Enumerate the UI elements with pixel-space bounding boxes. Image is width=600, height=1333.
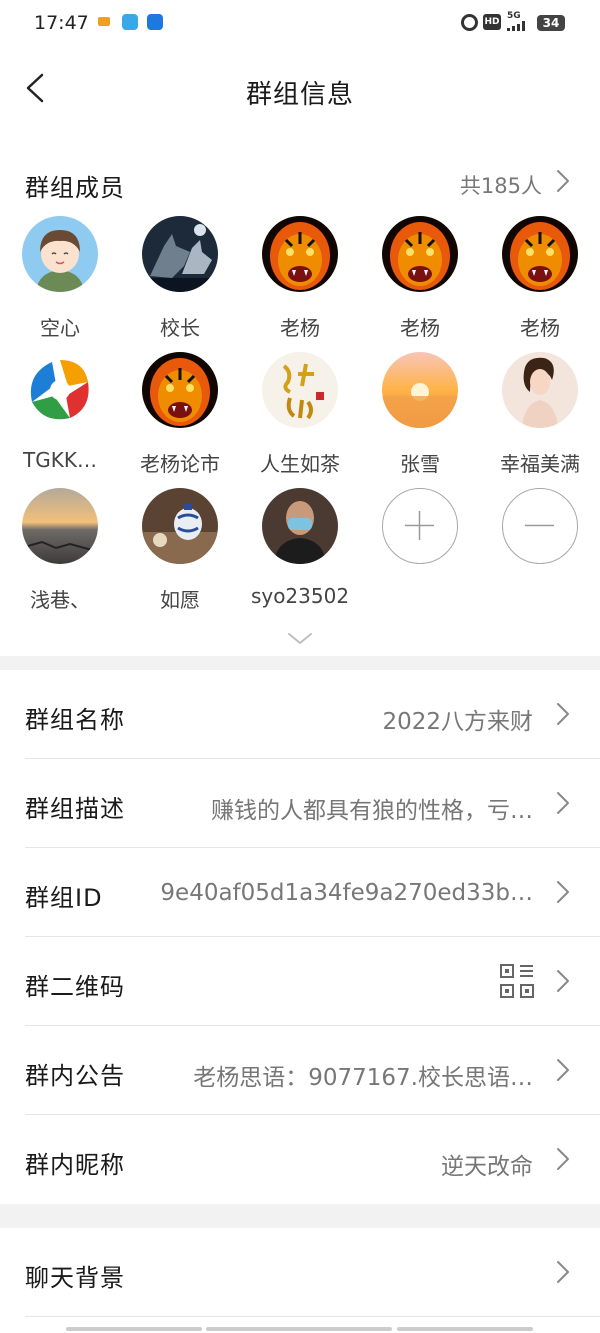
avatar: [142, 488, 218, 564]
member-item[interactable]: 老杨: [480, 216, 600, 346]
message-notification-icon: [98, 17, 110, 26]
avatar: [22, 352, 98, 428]
member-name: 幸福美满: [500, 452, 580, 476]
avatar: [22, 216, 98, 292]
member-item[interactable]: 老杨: [360, 216, 480, 346]
row-value: 赚钱的人都具有狼的性格，亏…: [211, 798, 533, 824]
row-value: 老杨思语：9077167.校长思语…: [193, 1065, 533, 1091]
row-value: 9e40af05d1a34fe9a270ed33b…: [160, 880, 533, 906]
group-settings-list: 群组名称 2022八方来财 群组描述 赚钱的人都具有狼的性格，亏… 群组ID 9…: [0, 670, 600, 1204]
member-name: 老杨: [280, 316, 320, 340]
member-item[interactable]: 老杨论市: [120, 352, 240, 482]
row-label: 群二维码: [25, 973, 125, 1001]
group-notice-row[interactable]: 群内公告 老杨思语：9077167.校长思语…: [0, 1026, 600, 1115]
row-label: 群内公告: [25, 1062, 125, 1090]
app-notification-icon: [122, 14, 138, 30]
member-name: 浅巷、: [30, 588, 90, 612]
member-item[interactable]: 老杨: [240, 216, 360, 346]
members-label: 群组成员: [25, 174, 125, 202]
member-item[interactable]: 浅巷、: [0, 488, 120, 618]
member-name: syo23502: [250, 584, 350, 608]
avatar: [262, 488, 338, 564]
alarm-icon: [461, 14, 478, 31]
avatar: [382, 216, 458, 292]
member-name: TGKK…: [23, 448, 97, 472]
avatar: [502, 216, 578, 292]
row-label: 群内昵称: [25, 1151, 125, 1179]
plus-icon: [405, 511, 434, 540]
avatar: [142, 352, 218, 428]
group-description-row[interactable]: 群组描述 赚钱的人都具有狼的性格，亏…: [0, 759, 600, 848]
signal-icon: [507, 21, 531, 31]
gesture-bar: [206, 1327, 392, 1331]
row-label: 群组名称: [25, 706, 125, 734]
chevron-right-icon: [557, 881, 569, 903]
qr-code-icon: [500, 964, 534, 998]
member-name: 老杨: [400, 316, 440, 340]
member-name: 张雪: [400, 452, 440, 476]
member-item[interactable]: 校长: [120, 216, 240, 346]
chevron-right-icon[interactable]: [554, 168, 572, 194]
chevron-right-icon: [557, 970, 569, 992]
member-item[interactable]: 人生如茶: [240, 352, 360, 482]
row-value: 2022八方来财: [382, 709, 533, 735]
group-id-row[interactable]: 群组ID 9e40af05d1a34fe9a270ed33b…: [0, 848, 600, 937]
member-item[interactable]: TGKK…: [0, 352, 120, 482]
hd-badge: HD: [483, 14, 501, 30]
member-name: 校长: [160, 316, 200, 340]
group-name-row[interactable]: 群组名称 2022八方来财: [0, 670, 600, 759]
chevron-right-icon: [557, 1148, 569, 1170]
remove-member-button[interactable]: [480, 488, 600, 618]
chevron-right-icon: [557, 1261, 569, 1283]
row-value: 逆天改命: [441, 1154, 533, 1180]
group-nickname-row[interactable]: 群内昵称 逆天改命: [0, 1115, 600, 1204]
members-count[interactable]: 共185人: [460, 170, 542, 200]
chat-background-section: 聊天背景: [0, 1228, 600, 1333]
row-label: 群组ID: [25, 884, 103, 912]
minus-icon: [525, 524, 554, 527]
member-name: 空心: [40, 316, 80, 340]
avatar: [382, 352, 458, 428]
nav-bar: 群组信息: [0, 48, 600, 132]
network-type: 5G: [507, 11, 521, 21]
chevron-right-icon: [557, 1059, 569, 1081]
row-label: 群组描述: [25, 795, 125, 823]
member-item[interactable]: 幸福美满: [480, 352, 600, 482]
row-label: 聊天背景: [25, 1264, 125, 1292]
divider: [25, 1316, 600, 1317]
member-item[interactable]: 张雪: [360, 352, 480, 482]
members-section: 群组成员 共185人 空心 校长 老杨 老杨 老杨 TGKK… 老杨论市 人生如…: [0, 132, 600, 656]
avatar: [262, 352, 338, 428]
app-notification-icon: [147, 14, 163, 30]
member-name: 如愿: [160, 588, 200, 612]
member-item[interactable]: 如愿: [120, 488, 240, 618]
avatar: [262, 216, 338, 292]
gesture-bar: [397, 1327, 533, 1331]
avatar: [22, 488, 98, 564]
status-time: 17:47: [34, 12, 89, 34]
expand-members-button[interactable]: [286, 631, 314, 647]
status-bar: 17:47 HD 5G 34: [0, 0, 600, 48]
chat-background-row[interactable]: 聊天背景: [0, 1228, 600, 1317]
chevron-right-icon: [557, 703, 569, 725]
member-item[interactable]: syo23502: [240, 488, 360, 618]
member-name: 人生如茶: [260, 452, 340, 476]
member-item[interactable]: 空心: [0, 216, 120, 346]
add-member-button[interactable]: [360, 488, 480, 618]
gesture-bar: [66, 1327, 202, 1331]
member-name: 老杨: [520, 316, 560, 340]
group-qr-row[interactable]: 群二维码: [0, 937, 600, 1026]
add-member-circle: [382, 488, 458, 564]
member-name: 老杨论市: [140, 452, 220, 476]
battery-icon: 34: [537, 15, 565, 31]
page-title: 群组信息: [245, 80, 354, 110]
avatar: [502, 352, 578, 428]
chevron-right-icon: [557, 792, 569, 814]
remove-member-circle: [502, 488, 578, 564]
avatar: [142, 216, 218, 292]
